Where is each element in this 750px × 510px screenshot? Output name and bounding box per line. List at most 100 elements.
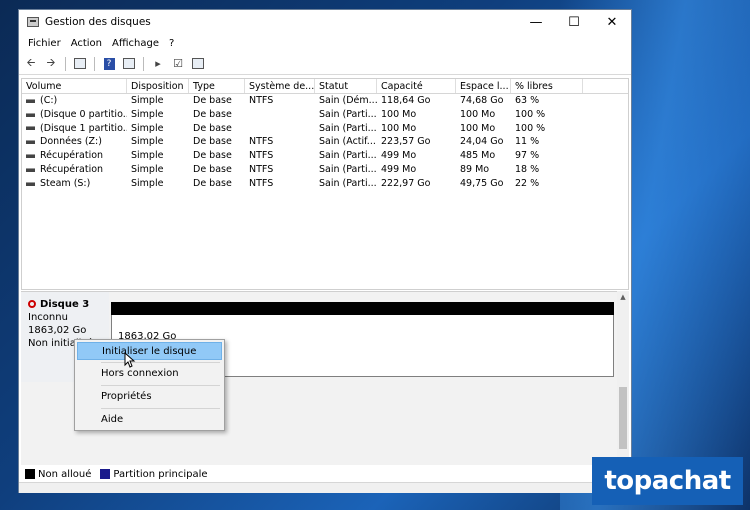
volume-drive-icon <box>26 126 35 131</box>
cell-capacity: 100 Mo <box>381 122 417 134</box>
menu-item-initialize-disk[interactable]: Initialiser le disque <box>77 342 222 360</box>
cell-type: De base <box>193 163 232 175</box>
volume-list[interactable]: Volume Disposition Type Système de... St… <box>21 78 629 290</box>
cell-volume: Récupération <box>22 149 127 163</box>
cell-volume: (Disque 0 partitio... <box>22 108 127 122</box>
disk-context-menu: Initialiser le disque Hors connexion Pro… <box>74 339 225 431</box>
cell-status: Sain (Parti... <box>319 163 377 175</box>
cell-free-space: 89 Mo <box>460 163 490 175</box>
action-pane-icon[interactable] <box>120 56 138 72</box>
cell-volume: (C:) <box>22 94 127 108</box>
connect-disk-icon[interactable]: ▸ <box>149 56 167 72</box>
cell-status: Sain (Parti... <box>319 108 377 120</box>
volume-name: Steam (S:) <box>40 177 91 189</box>
cell-free-space: 49,75 Go <box>460 177 504 189</box>
menu-item-help[interactable]: Aide <box>77 411 222 429</box>
cell-status: Sain (Parti... <box>319 177 377 189</box>
cell-disposition: Simple <box>131 163 164 175</box>
back-arrow-icon[interactable]: 🡨 <box>22 56 40 72</box>
table-row[interactable]: Données (Z:) Simple De base NTFS Sain (Actif… <box>22 135 628 149</box>
cell-free-space: 100 Mo <box>460 122 496 134</box>
menu-affichage[interactable]: Affichage <box>107 38 164 49</box>
help-icon[interactable]: ? <box>100 56 118 72</box>
cell-type: De base <box>193 150 232 162</box>
cell-capacity: 222,97 Go <box>381 177 431 189</box>
scrollbar-thumb[interactable] <box>619 387 627 449</box>
menu-item-properties[interactable]: Propriétés <box>77 388 222 406</box>
volume-drive-icon <box>26 181 35 186</box>
cell-disposition: Simple <box>131 136 164 148</box>
table-row[interactable]: Récupération Simple De base NTFS Sain (Parti… <box>22 163 628 177</box>
legend-label-primary: Partition principale <box>113 468 208 480</box>
column-header-filesystem[interactable]: Système de... <box>245 79 315 93</box>
close-button[interactable]: ✕ <box>593 10 631 34</box>
column-header-capacity[interactable]: Capacité <box>377 79 456 93</box>
table-row[interactable]: (Disque 1 partitio... Simple De base Sain (… <box>22 122 628 136</box>
cell-free-space: 24,04 Go <box>460 136 504 148</box>
cell-disposition: Simple <box>131 108 164 120</box>
cell-status: Sain (Dém... <box>319 95 377 106</box>
toolbar: 🡨 🡪 ? ▸ ☑ <box>19 53 631 75</box>
cell-capacity: 499 Mo <box>381 163 417 175</box>
cell-type: De base <box>193 177 232 189</box>
cell-filesystem: NTFS <box>249 150 274 162</box>
column-header-free-space[interactable]: Espace l... <box>456 79 511 93</box>
forward-arrow-icon[interactable]: 🡪 <box>42 56 60 72</box>
mouse-cursor-icon <box>124 352 136 368</box>
table-row[interactable]: (C:) Simple De base NTFS Sain (Dém... 118,64 … <box>22 94 628 108</box>
cell-disposition: Simple <box>131 150 164 162</box>
scroll-up-arrow-icon[interactable]: ▲ <box>617 291 629 303</box>
volume-drive-icon <box>26 112 35 117</box>
console-tree-icon[interactable] <box>71 56 89 72</box>
disk-size: 1863,02 Go <box>28 325 87 336</box>
checklist-icon[interactable]: ☑ <box>169 56 187 72</box>
column-header-disposition[interactable]: Disposition <box>127 79 189 93</box>
cell-status: Sain (Parti... <box>319 122 377 134</box>
cell-percent-free: 97 % <box>515 150 540 162</box>
cell-capacity: 223,57 Go <box>381 136 431 148</box>
cell-disposition: Simple <box>131 177 164 189</box>
legend-swatch-primary <box>100 469 111 479</box>
cell-volume: Données (Z:) <box>22 135 127 149</box>
cell-disposition: Simple <box>131 122 164 134</box>
toolbar-separator <box>94 56 95 71</box>
cell-filesystem <box>245 108 315 122</box>
volume-name: (C:) <box>40 95 58 106</box>
volume-name: Récupération <box>40 163 104 175</box>
menu-fichier[interactable]: Fichier <box>23 38 66 49</box>
legend-primary: Partition principale <box>100 468 208 480</box>
legend-unallocated: Non alloué <box>25 469 91 480</box>
cell-type: De base <box>193 108 232 120</box>
status-bar <box>19 482 631 493</box>
menu-action[interactable]: Action <box>66 38 107 49</box>
column-header-status[interactable]: Statut <box>315 79 377 93</box>
table-row[interactable]: Steam (S:) Simple De base NTFS Sain (Parti..… <box>22 177 628 191</box>
menu-help[interactable]: ? <box>164 38 179 49</box>
volume-rows: (C:) Simple De base NTFS Sain (Dém... 118,64 … <box>22 94 628 191</box>
menu-separator <box>101 385 220 386</box>
column-header-type[interactable]: Type <box>189 79 245 93</box>
cell-percent-free: 63 % <box>515 95 540 106</box>
legend-swatch-unallocated <box>25 469 35 479</box>
disk-status: Inconnu <box>28 312 68 323</box>
column-header-percent-free[interactable]: % libres <box>511 79 583 93</box>
cell-free-space: 485 Mo <box>460 150 496 162</box>
volume-name: (Disque 0 partitio... <box>40 108 127 120</box>
column-header-volume[interactable]: Volume <box>22 79 127 93</box>
cell-volume: Récupération <box>22 163 127 177</box>
cell-capacity: 100 Mo <box>381 108 417 120</box>
cell-percent-free: 100 % <box>515 108 546 120</box>
cell-free-space: 74,68 Go <box>460 95 504 106</box>
minimize-button[interactable]: — <box>517 10 555 34</box>
graph-scrollbar[interactable]: ▲ <box>617 291 629 465</box>
disk-management-app-icon <box>27 17 39 27</box>
menu-separator <box>101 362 220 363</box>
maximize-button[interactable]: ☐ <box>555 10 593 34</box>
legend: Non alloué Partition principale <box>21 466 629 482</box>
table-row[interactable]: (Disque 0 partitio... Simple De base Sain (… <box>22 108 628 122</box>
properties-icon[interactable] <box>189 56 207 72</box>
menu-item-offline[interactable]: Hors connexion <box>77 365 222 383</box>
cell-disposition: Simple <box>131 95 164 106</box>
cell-capacity: 118,64 Go <box>381 95 431 106</box>
table-row[interactable]: Récupération Simple De base NTFS Sain (Parti… <box>22 149 628 163</box>
